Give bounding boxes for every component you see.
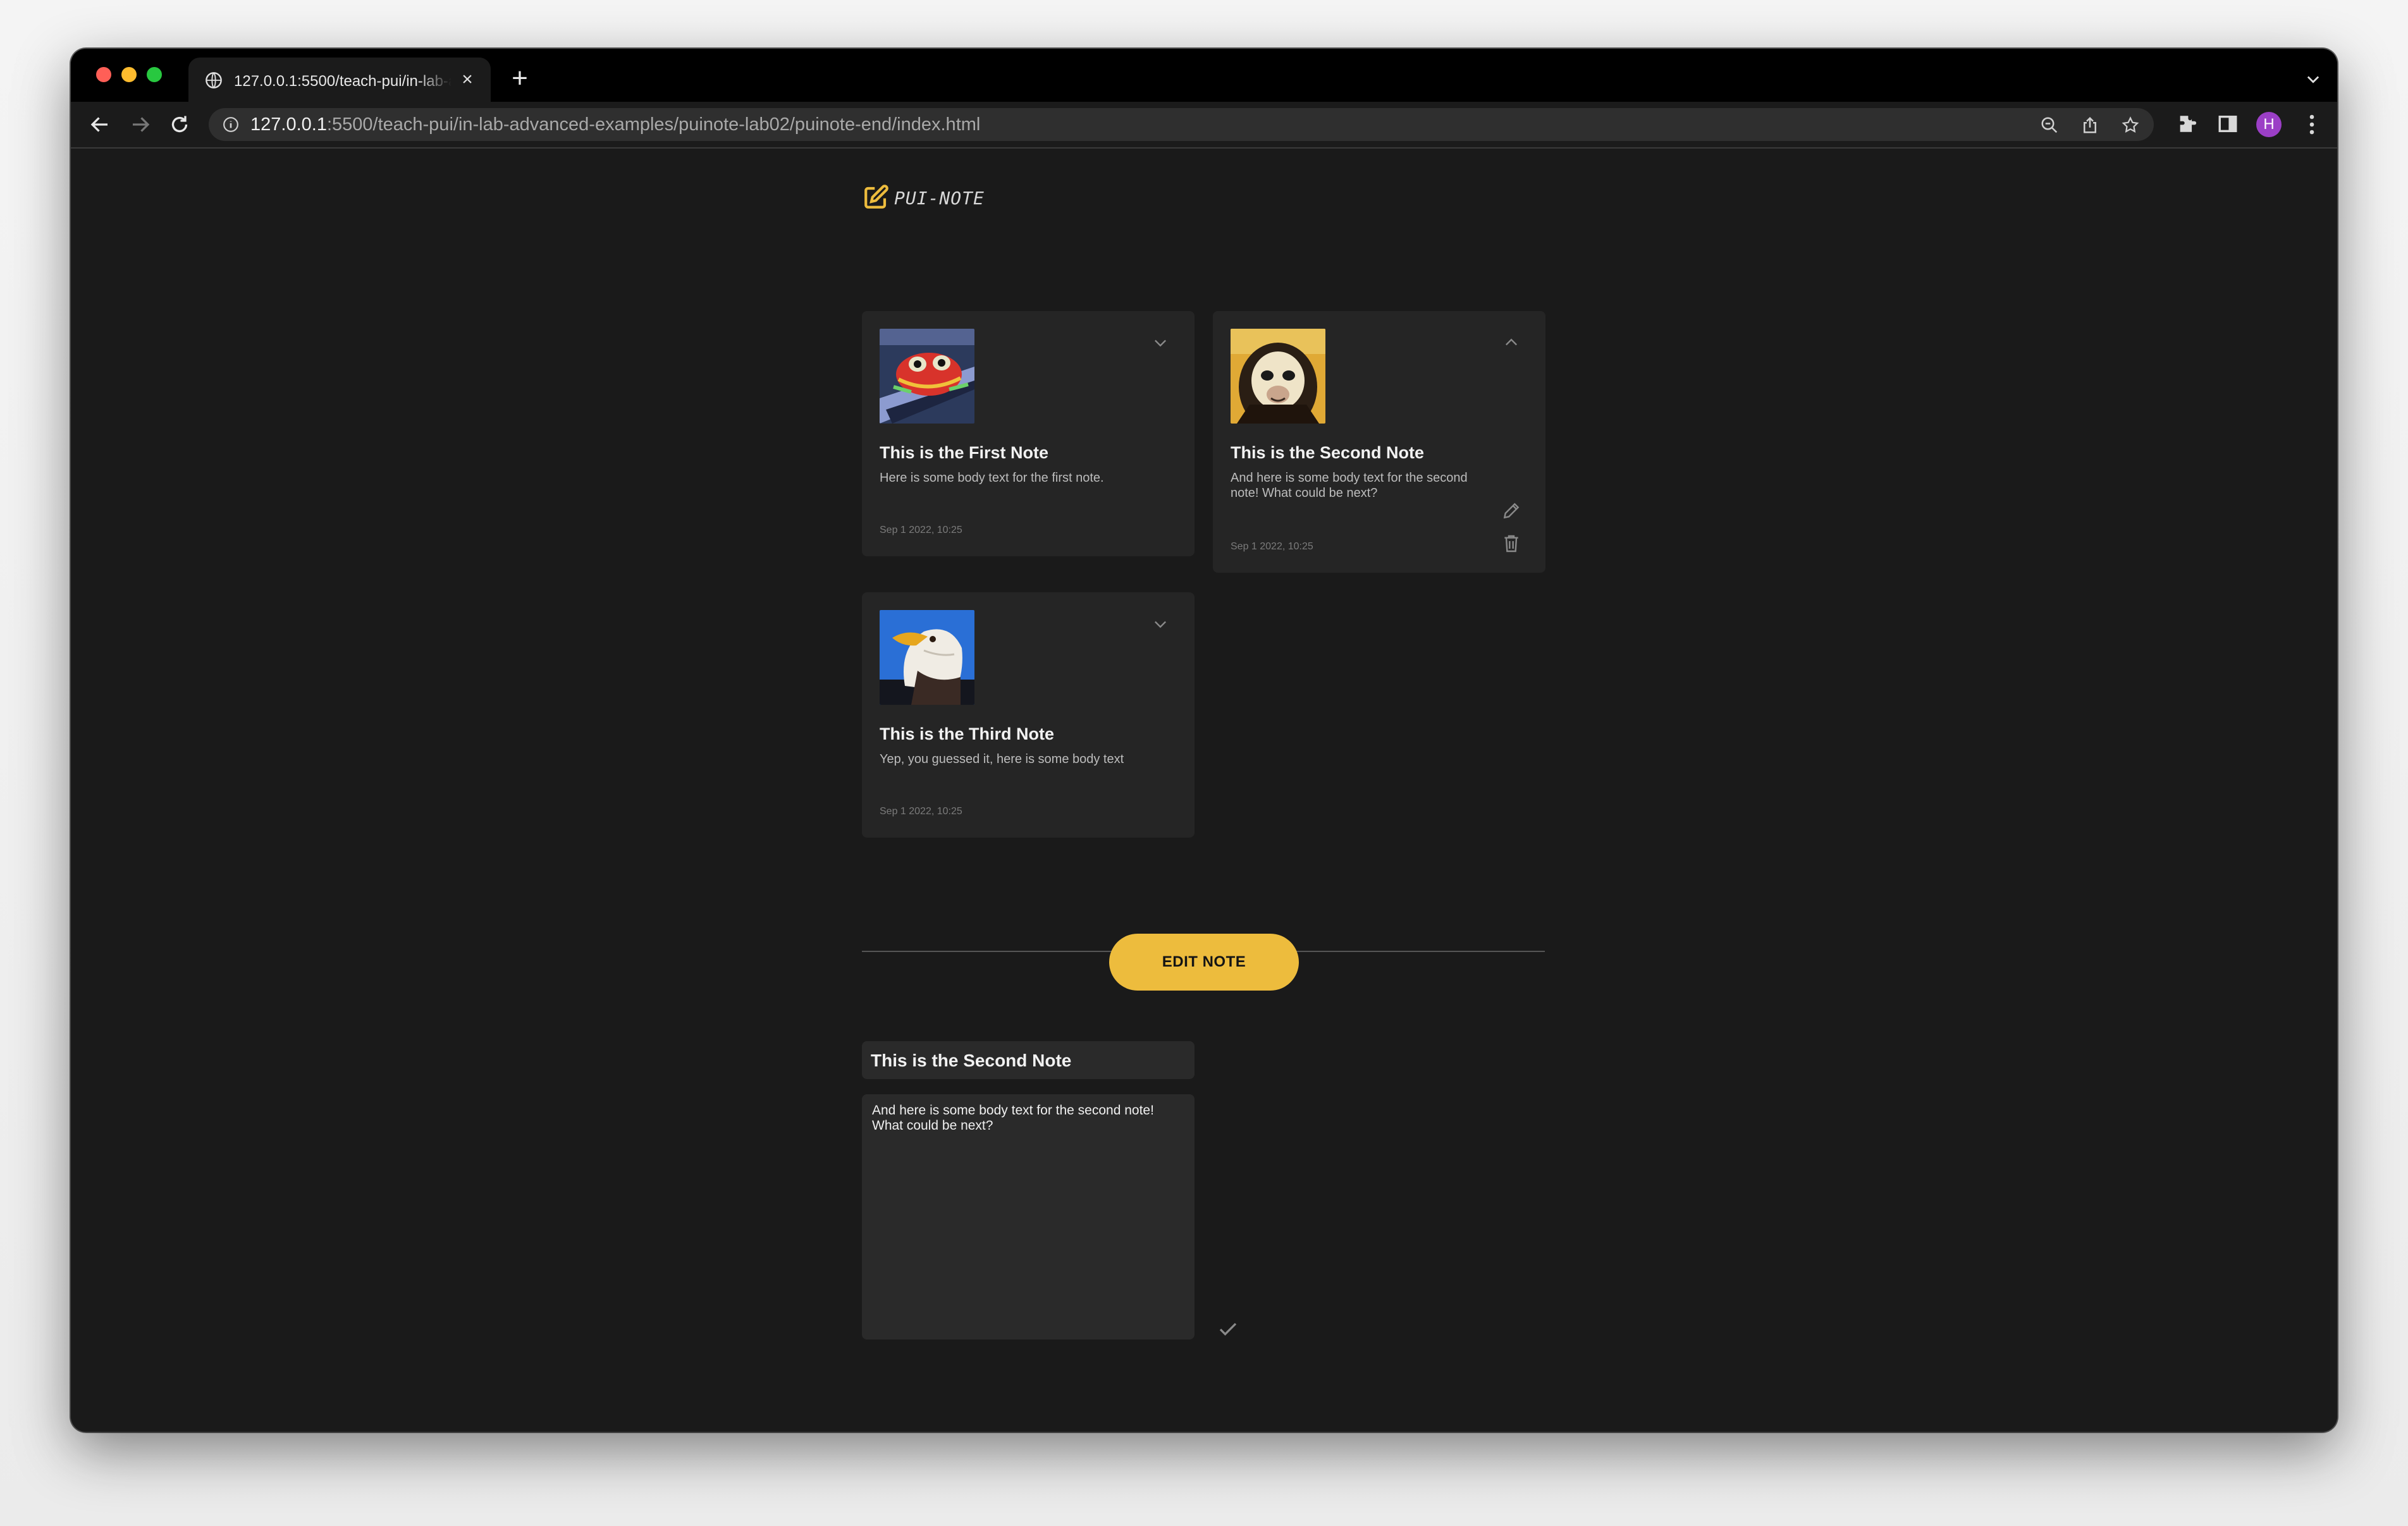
note-thumbnail-frog xyxy=(880,329,974,424)
note-body-textarea[interactable]: And here is some body text for the secon… xyxy=(862,1094,1195,1340)
browser-toolbar: 127.0.0.1:5500/teach-pui/in-lab-advanced… xyxy=(71,102,2337,149)
reload-icon[interactable] xyxy=(168,113,191,136)
chevron-down-icon[interactable] xyxy=(1152,334,1169,351)
note-body: And here is some body text for the secon… xyxy=(1231,471,1468,500)
note-date: Sep 1 2022, 10:25 xyxy=(1231,541,1313,552)
note-card-third[interactable]: This is the Third Note Yep, you guessed … xyxy=(862,592,1195,838)
note-body: Here is some body text for the first not… xyxy=(880,471,1104,485)
site-info-icon[interactable] xyxy=(223,116,239,133)
note-card-first[interactable]: This is the First Note Here is some body… xyxy=(862,311,1195,556)
note-title: This is the First Note xyxy=(880,443,1049,462)
extensions-icon[interactable] xyxy=(2177,113,2198,135)
browser-window: 127.0.0.1:5500/teach-pui/in-lab-advanced… xyxy=(71,49,2337,1432)
new-tab-button[interactable]: + xyxy=(507,64,532,92)
note-thumbnail-eagle xyxy=(880,610,974,705)
save-check-icon[interactable] xyxy=(1215,1318,1241,1341)
maximize-window-button[interactable] xyxy=(147,67,162,82)
edit-note-button[interactable]: EDIT NOTE xyxy=(1109,934,1299,991)
close-tab-icon[interactable]: × xyxy=(458,70,477,89)
url-host: 127.0.0.1 xyxy=(250,114,327,135)
page-content: PUI-NOTE This is the First Note Here is … xyxy=(71,149,2337,1432)
url-path: :5500/teach-pui/in-lab-advanced-examples… xyxy=(326,114,981,135)
chevron-down-icon[interactable] xyxy=(1152,615,1169,633)
note-date: Sep 1 2022, 10:25 xyxy=(880,525,962,535)
more-menu-icon[interactable] xyxy=(2306,113,2318,136)
url-text: 127.0.0.1:5500/teach-pui/in-lab-advanced… xyxy=(250,114,980,135)
delete-trash-icon[interactable] xyxy=(1501,534,1521,554)
side-panel-icon[interactable] xyxy=(2217,113,2239,135)
tab-strip: 127.0.0.1:5500/teach-pui/in-lab-advanced… xyxy=(71,49,2337,102)
zoom-icon[interactable] xyxy=(2040,116,2059,135)
note-thumbnail-orangutan xyxy=(1231,329,1325,424)
profile-avatar[interactable]: H xyxy=(2256,112,2282,137)
bookmark-star-icon[interactable] xyxy=(2121,116,2140,135)
chevron-up-icon[interactable] xyxy=(1502,334,1520,351)
tab-search-chevron-icon[interactable] xyxy=(2304,70,2322,88)
close-window-button[interactable] xyxy=(96,67,111,82)
forward-icon[interactable] xyxy=(129,113,152,136)
address-bar[interactable]: 127.0.0.1:5500/teach-pui/in-lab-advanced… xyxy=(209,108,2154,141)
share-icon[interactable] xyxy=(2080,116,2099,135)
tab-title: 127.0.0.1:5500/teach-pui/in-lab-advanced… xyxy=(234,73,452,90)
app-logo-text: PUI-NOTE xyxy=(894,188,985,209)
note-body: Yep, you guessed it, here is some body t… xyxy=(880,752,1124,766)
note-title: This is the Third Note xyxy=(880,724,1055,743)
edit-pencil-icon[interactable] xyxy=(1501,501,1521,521)
globe-icon xyxy=(206,72,222,89)
browser-tab[interactable]: 127.0.0.1:5500/teach-pui/in-lab-advanced… xyxy=(188,58,491,102)
note-title: This is the Second Note xyxy=(1231,443,1425,462)
back-icon[interactable] xyxy=(89,113,111,136)
note-title-input[interactable]: This is the Second Note xyxy=(862,1041,1195,1079)
note-card-second[interactable]: This is the Second Note And here is some… xyxy=(1213,311,1545,573)
edit-note-logo-icon xyxy=(864,185,888,209)
note-date: Sep 1 2022, 10:25 xyxy=(880,806,962,817)
minimize-window-button[interactable] xyxy=(121,67,137,82)
